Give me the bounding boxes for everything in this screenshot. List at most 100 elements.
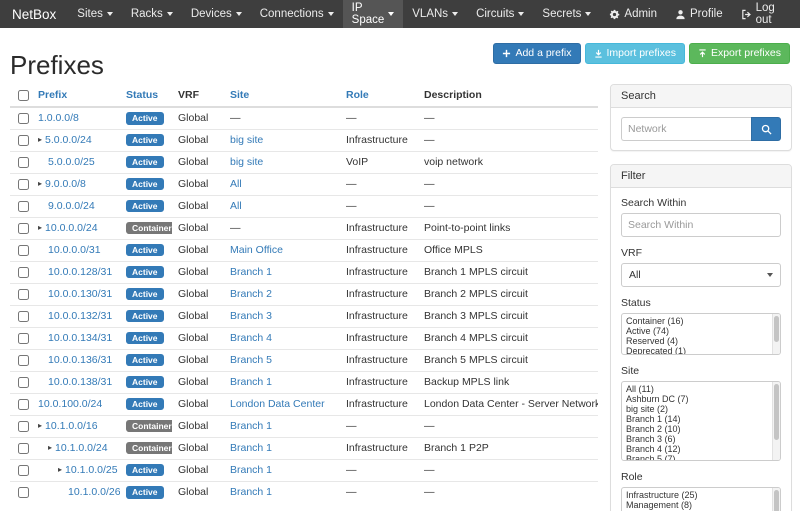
expand-icon[interactable]: ▸ bbox=[38, 180, 42, 188]
sort-role-link[interactable]: Role bbox=[346, 89, 369, 101]
site-link[interactable]: big site bbox=[230, 134, 263, 146]
select-option[interactable]: Active (74) bbox=[622, 326, 780, 336]
expand-icon[interactable]: ▸ bbox=[38, 224, 42, 232]
site-link[interactable]: Branch 1 bbox=[230, 442, 272, 454]
prefix-link[interactable]: 10.0.0.134/31 bbox=[48, 332, 112, 344]
role-multiselect[interactable]: Infrastructure (25)Management (8)Private… bbox=[621, 487, 781, 511]
site-scrollbar[interactable] bbox=[772, 382, 780, 460]
select-option[interactable]: Deprecated (1) bbox=[622, 346, 780, 355]
row-checkbox[interactable] bbox=[18, 443, 29, 454]
site-link[interactable]: Branch 1 bbox=[230, 420, 272, 432]
prefix-link[interactable]: 9.0.0.0/8 bbox=[45, 178, 86, 190]
prefix-link[interactable]: 10.1.0.0/16 bbox=[45, 420, 98, 432]
row-checkbox[interactable] bbox=[18, 113, 29, 124]
brand-link[interactable]: NetBox bbox=[0, 0, 68, 28]
row-checkbox[interactable] bbox=[18, 135, 29, 146]
row-checkbox[interactable] bbox=[18, 465, 29, 476]
row-checkbox[interactable] bbox=[18, 223, 29, 234]
expand-icon[interactable]: ▸ bbox=[38, 136, 42, 144]
site-link[interactable]: Branch 3 bbox=[230, 310, 272, 322]
prefix-link[interactable]: 10.1.0.0/24 bbox=[55, 442, 108, 454]
row-checkbox[interactable] bbox=[18, 157, 29, 168]
select-option[interactable]: Branch 2 (10) bbox=[622, 424, 780, 434]
site-link[interactable]: Branch 1 bbox=[230, 464, 272, 476]
site-link[interactable]: Branch 1 bbox=[230, 376, 272, 388]
nav-item-secrets[interactable]: Secrets bbox=[533, 0, 600, 28]
select-all-checkbox[interactable] bbox=[18, 90, 29, 101]
expand-icon[interactable]: ▸ bbox=[48, 444, 52, 452]
site-link[interactable]: Branch 1 bbox=[230, 486, 272, 498]
prefix-link[interactable]: 10.0.0.138/31 bbox=[48, 376, 112, 388]
logout-link[interactable]: Log out bbox=[732, 0, 800, 28]
select-option[interactable]: Branch 4 (12) bbox=[622, 444, 780, 454]
select-option[interactable]: Reserved (4) bbox=[622, 336, 780, 346]
sort-status-link[interactable]: Status bbox=[126, 89, 158, 101]
row-checkbox[interactable] bbox=[18, 377, 29, 388]
sort-prefix-link[interactable]: Prefix bbox=[38, 89, 67, 101]
nav-item-devices[interactable]: Devices bbox=[182, 0, 251, 28]
row-checkbox[interactable] bbox=[18, 201, 29, 212]
nav-item-circuits[interactable]: Circuits bbox=[467, 0, 533, 28]
site-multiselect[interactable]: All (11)Ashburn DC (7)big site (2)Branch… bbox=[621, 381, 781, 461]
select-option[interactable]: big site (2) bbox=[622, 404, 780, 414]
row-checkbox[interactable] bbox=[18, 355, 29, 366]
prefix-link[interactable]: 10.0.0.136/31 bbox=[48, 354, 112, 366]
prefix-link[interactable]: 10.0.0.128/31 bbox=[48, 266, 112, 278]
row-checkbox[interactable] bbox=[18, 179, 29, 190]
search-within-input[interactable] bbox=[621, 213, 781, 237]
status-multiselect[interactable]: Container (16)Active (74)Reserved (4)Dep… bbox=[621, 313, 781, 355]
prefix-link[interactable]: 9.0.0.0/24 bbox=[48, 200, 95, 212]
site-link[interactable]: London Data Center bbox=[230, 398, 325, 410]
row-checkbox[interactable] bbox=[18, 267, 29, 278]
search-input[interactable] bbox=[621, 117, 751, 141]
add-prefix-button[interactable]: Add a prefix bbox=[493, 43, 580, 64]
sort-site-link[interactable]: Site bbox=[230, 89, 249, 101]
site-link[interactable]: Branch 4 bbox=[230, 332, 272, 344]
prefix-link[interactable]: 10.0.0.130/31 bbox=[48, 288, 112, 300]
row-checkbox[interactable] bbox=[18, 421, 29, 432]
select-option[interactable]: Container (16) bbox=[622, 316, 780, 326]
export-prefixes-button[interactable]: Export prefixes bbox=[689, 43, 790, 64]
expand-icon[interactable]: ▸ bbox=[38, 422, 42, 430]
row-checkbox[interactable] bbox=[18, 311, 29, 322]
site-link[interactable]: All bbox=[230, 200, 242, 212]
row-checkbox[interactable] bbox=[18, 487, 29, 498]
select-option[interactable]: Branch 5 (7) bbox=[622, 454, 780, 461]
select-option[interactable]: Branch 3 (6) bbox=[622, 434, 780, 444]
prefix-link[interactable]: 5.0.0.0/24 bbox=[45, 134, 92, 146]
nav-item-ip-space[interactable]: IP Space bbox=[343, 0, 404, 28]
prefix-link[interactable]: 10.1.0.0/26 bbox=[68, 486, 120, 498]
prefix-link[interactable]: 10.0.0.0/24 bbox=[45, 222, 98, 234]
prefix-link[interactable]: 10.0.100.0/24 bbox=[38, 398, 102, 410]
site-link[interactable]: All bbox=[230, 178, 242, 190]
select-option[interactable]: Infrastructure (25) bbox=[622, 490, 780, 500]
nav-item-sites[interactable]: Sites bbox=[68, 0, 122, 28]
site-link[interactable]: Branch 5 bbox=[230, 354, 272, 366]
status-scrollbar[interactable] bbox=[772, 314, 780, 354]
prefix-link[interactable]: 10.0.0.0/31 bbox=[48, 244, 101, 256]
nav-item-connections[interactable]: Connections bbox=[251, 0, 343, 28]
admin-link[interactable]: Admin bbox=[600, 0, 666, 28]
profile-link[interactable]: Profile bbox=[666, 0, 732, 28]
select-option[interactable]: Branch 1 (14) bbox=[622, 414, 780, 424]
row-checkbox[interactable] bbox=[18, 245, 29, 256]
select-option[interactable]: All (11) bbox=[622, 384, 780, 394]
prefix-link[interactable]: 10.1.0.0/25 bbox=[65, 464, 118, 476]
import-prefixes-button[interactable]: Import prefixes bbox=[585, 43, 685, 64]
nav-item-racks[interactable]: Racks bbox=[122, 0, 182, 28]
select-option[interactable]: Ashburn DC (7) bbox=[622, 394, 780, 404]
select-option[interactable]: Management (8) bbox=[622, 500, 780, 510]
role-scrollbar[interactable] bbox=[772, 488, 780, 511]
row-checkbox[interactable] bbox=[18, 289, 29, 300]
site-link[interactable]: Branch 2 bbox=[230, 288, 272, 300]
row-checkbox[interactable] bbox=[18, 333, 29, 344]
expand-icon[interactable]: ▸ bbox=[58, 466, 62, 474]
site-link[interactable]: Main Office bbox=[230, 244, 283, 256]
nav-item-vlans[interactable]: VLANs bbox=[403, 0, 467, 28]
search-button[interactable] bbox=[751, 117, 781, 141]
prefix-link[interactable]: 10.0.0.132/31 bbox=[48, 310, 112, 322]
prefix-link[interactable]: 5.0.0.0/25 bbox=[48, 156, 95, 168]
row-checkbox[interactable] bbox=[18, 399, 29, 410]
vrf-select[interactable]: All bbox=[621, 263, 781, 287]
site-link[interactable]: big site bbox=[230, 156, 263, 168]
